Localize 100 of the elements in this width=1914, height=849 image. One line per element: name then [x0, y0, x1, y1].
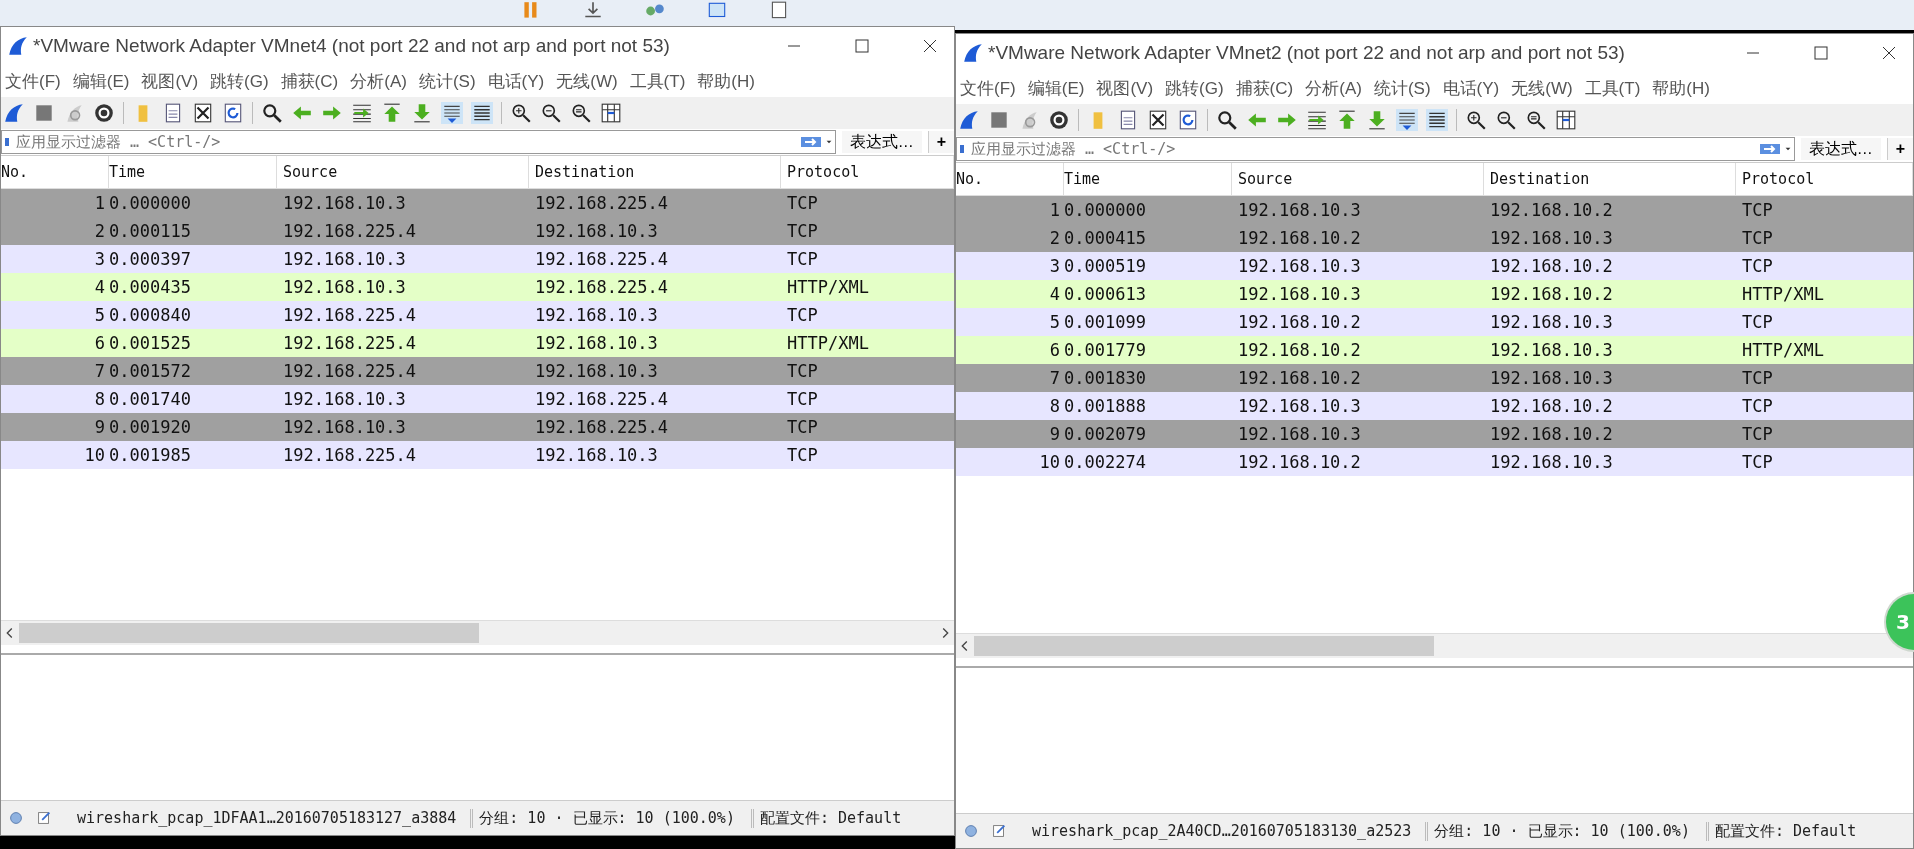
autoscroll-icon[interactable] — [441, 102, 463, 124]
expression-button[interactable]: 表达式… — [841, 131, 922, 153]
packet-row[interactable]: 6 0.001525 192.168.225.4 192.168.10.3 HTTP/XML — [1, 329, 954, 357]
packet-row[interactable]: 9 0.001920 192.168.10.3 192.168.225.4 TCP — [1, 413, 954, 441]
menu-item[interactable]: 视图(V) — [1092, 76, 1162, 100]
zoom-out-icon[interactable] — [540, 102, 562, 124]
menu-item[interactable]: 统计(S) — [1369, 76, 1439, 100]
menu-item[interactable]: 文件(F) — [1, 69, 69, 93]
packet-count: 分组: 10 · 已显示: 10 (100.0%) — [470, 808, 741, 828]
column-header[interactable]: Time — [109, 156, 277, 188]
packet-row[interactable]: 3 0.000397 192.168.10.3 192.168.225.4 TCP — [1, 245, 954, 273]
menu-item[interactable]: 跳转(G) — [206, 69, 277, 93]
close-file-icon[interactable] — [192, 102, 214, 124]
down-arrow-icon[interactable] — [1366, 109, 1388, 131]
menu-item[interactable]: 统计(S) — [414, 69, 484, 93]
menu-item[interactable]: 文件(F) — [956, 76, 1024, 100]
menu-item[interactable]: 无线(W) — [552, 69, 626, 93]
packet-row[interactable]: 1 0.000000 192.168.10.3 192.168.10.2 TCP — [956, 196, 1913, 224]
stop-icon[interactable] — [33, 102, 55, 124]
menu-item[interactable]: 编辑(E) — [68, 69, 138, 93]
packet-row[interactable]: 2 0.000115 192.168.225.4 192.168.10.3 TCP — [1, 217, 954, 245]
packet-row[interactable]: 4 0.000435 192.168.10.3 192.168.225.4 HTTP/XML — [1, 273, 954, 301]
packet-row[interactable]: 5 0.000840 192.168.225.4 192.168.10.3 TCP — [1, 301, 954, 329]
menu-item[interactable]: 分析(A) — [1301, 76, 1370, 100]
menu-item[interactable]: 编辑(E) — [1023, 76, 1093, 100]
up-arrow-icon[interactable] — [1336, 109, 1358, 131]
close-file-icon[interactable] — [1147, 109, 1169, 131]
filter-bar[interactable]: 应用显示过滤器 … <Ctrl-/> — [1, 130, 836, 154]
add-button[interactable]: + — [1886, 138, 1913, 160]
column-header[interactable]: No. — [1, 156, 109, 188]
down-arrow-icon[interactable] — [411, 102, 433, 124]
reload-icon[interactable] — [222, 102, 244, 124]
gear-icon[interactable] — [1048, 109, 1070, 131]
column-header[interactable]: Source — [1232, 163, 1484, 195]
zoom-reset-icon[interactable] — [1525, 109, 1547, 131]
menu-item[interactable]: 捕获(C) — [276, 69, 347, 93]
resize-columns-icon[interactable] — [600, 102, 622, 124]
menu-item[interactable]: 帮助(H) — [693, 69, 763, 93]
packet-row[interactable]: 7 0.001572 192.168.225.4 192.168.10.3 TCP — [1, 357, 954, 385]
packet-row[interactable]: 3 0.000519 192.168.10.3 192.168.10.2 TCP — [956, 252, 1913, 280]
packet-row[interactable]: 8 0.001740 192.168.10.3 192.168.225.4 TCP — [1, 385, 954, 413]
menu-item[interactable]: 捕获(C) — [1231, 76, 1302, 100]
column-header[interactable]: Source — [277, 156, 529, 188]
status-dot-icon[interactable] — [7, 809, 25, 827]
colorize-icon[interactable] — [471, 102, 493, 124]
column-header[interactable]: Time — [1064, 163, 1232, 195]
status-dot-icon[interactable] — [962, 822, 980, 840]
up-arrow-icon[interactable] — [381, 102, 403, 124]
go-to-packet-icon[interactable] — [1306, 109, 1328, 131]
packet-row[interactable]: 1 0.000000 192.168.10.3 192.168.225.4 TCP — [1, 189, 954, 217]
column-header[interactable]: Protocol — [781, 156, 954, 188]
menu-item[interactable]: 电话(Y) — [483, 69, 553, 93]
menu-item[interactable]: 跳转(G) — [1161, 76, 1232, 100]
packet-row[interactable]: 8 0.001888 192.168.10.3 192.168.10.2 TCP — [956, 392, 1913, 420]
zoom-reset-icon[interactable] — [570, 102, 592, 124]
packet-row[interactable]: 7 0.001830 192.168.10.2 192.168.10.3 TCP — [956, 364, 1913, 392]
reload-icon[interactable] — [1177, 109, 1199, 131]
shark-fin-icon[interactable] — [3, 102, 25, 124]
maximize-icon[interactable] — [1811, 43, 1831, 63]
edit-note-icon[interactable] — [990, 822, 1008, 840]
scrollbar-thumb[interactable] — [19, 623, 479, 643]
edit-note-icon[interactable] — [35, 809, 53, 827]
packet-row[interactable]: 10 0.001985 192.168.225.4 192.168.10.3 TCP — [1, 441, 954, 469]
autoscroll-icon[interactable] — [1396, 109, 1418, 131]
add-button[interactable]: + — [927, 131, 954, 153]
scrollbar-thumb[interactable] — [974, 636, 1434, 656]
packet-row[interactable]: 5 0.001099 192.168.10.2 192.168.10.3 TCP — [956, 308, 1913, 336]
search-icon[interactable] — [1216, 109, 1238, 131]
shark-fin-icon[interactable] — [958, 109, 980, 131]
menu-item[interactable]: 分析(A) — [346, 69, 415, 93]
packet-row[interactable]: 6 0.001779 192.168.10.2 192.168.10.3 HTTP/XML — [956, 336, 1913, 364]
zoom-in-icon[interactable] — [510, 102, 532, 124]
packet-row[interactable]: 10 0.002274 192.168.10.2 192.168.10.3 TCP — [956, 448, 1913, 476]
search-icon[interactable] — [261, 102, 283, 124]
menu-item[interactable]: 工具(T) — [625, 69, 694, 93]
table-cell-text: 192.168.225.4 — [282, 445, 418, 465]
expression-button[interactable]: 表达式… — [1800, 138, 1881, 160]
zoom-out-icon[interactable] — [1495, 109, 1517, 131]
filter-bar[interactable]: 应用显示过滤器 … <Ctrl-/> — [956, 137, 1795, 161]
gear-icon[interactable] — [93, 102, 115, 124]
go-to-packet-icon[interactable] — [351, 102, 373, 124]
profile-label[interactable]: 配置文件: Default — [1705, 821, 1863, 841]
resize-columns-icon[interactable] — [1555, 109, 1577, 131]
packet-row[interactable]: 4 0.000613 192.168.10.3 192.168.10.2 HTTP/XML — [956, 280, 1913, 308]
column-header[interactable]: Destination — [529, 156, 781, 188]
menu-item[interactable]: 视图(V) — [137, 69, 207, 93]
column-header[interactable]: Protocol — [1736, 163, 1913, 195]
packet-row[interactable]: 2 0.000415 192.168.10.2 192.168.10.3 TCP — [956, 224, 1913, 252]
colorize-icon[interactable] — [1426, 109, 1448, 131]
packet-row[interactable]: 9 0.002079 192.168.10.3 192.168.10.2 TCP — [956, 420, 1913, 448]
maximize-icon[interactable] — [852, 36, 872, 56]
menu-item[interactable]: 帮助(H) — [1648, 76, 1718, 100]
stop-icon[interactable] — [988, 109, 1010, 131]
zoom-in-icon[interactable] — [1465, 109, 1487, 131]
column-header[interactable]: Destination — [1484, 163, 1736, 195]
profile-label[interactable]: 配置文件: Default — [750, 808, 908, 828]
menu-item[interactable]: 电话(Y) — [1438, 76, 1508, 100]
column-header[interactable]: No. — [956, 163, 1064, 195]
menu-item[interactable]: 无线(W) — [1507, 76, 1581, 100]
menu-item[interactable]: 工具(T) — [1580, 76, 1649, 100]
